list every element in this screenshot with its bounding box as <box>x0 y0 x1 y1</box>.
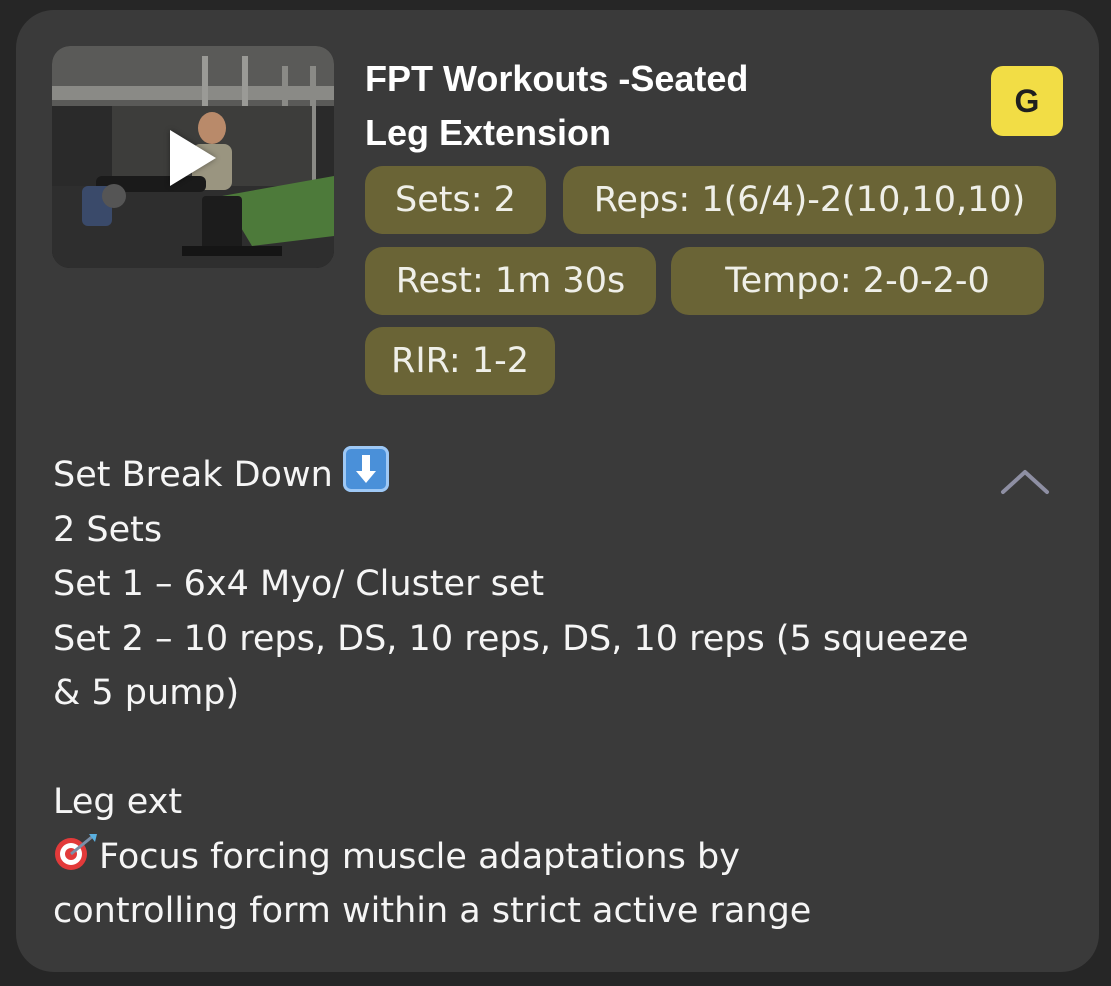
focus-line: Focus forcing muscle adaptations by <box>53 830 1043 885</box>
title-line-2: Leg Extension <box>365 112 612 153</box>
rir-chip: RIR: 1-2 <box>365 327 555 395</box>
breakdown-heading: Set Break Down <box>53 446 1043 503</box>
video-thumbnail[interactable] <box>52 46 334 268</box>
down-arrow-emoji-icon <box>342 446 389 492</box>
focus-text: Focus forcing muscle adaptations by <box>99 836 740 877</box>
rest-chip: Rest: 1m 30s <box>365 247 656 315</box>
breakdown-sets-line: 2 Sets <box>53 509 163 550</box>
tempo-chip: Tempo: 2-0-2-0 <box>671 247 1044 315</box>
breakdown-set2-line-cont: & 5 pump) <box>53 673 240 713</box>
sets-chip: Sets: 2 <box>365 166 546 234</box>
play-icon[interactable] <box>170 130 216 186</box>
set-breakdown-text: Set Break Down 2 Sets Set 1 – 6x4 Myo/ C… <box>53 446 1043 939</box>
spacer-line <box>53 721 1043 776</box>
exercise-title: FPT Workouts -Seated Leg Extension <box>365 52 925 160</box>
breakdown-heading-text: Set Break Down <box>53 455 333 495</box>
workout-card: FPT Workouts -Seated Leg Extension G Set… <box>16 10 1099 972</box>
target-emoji-icon <box>55 833 97 870</box>
breakdown-set1-line: Set 1 – 6x4 Myo/ Cluster set <box>53 564 545 604</box>
focus-line-cont: controlling form within a strict active … <box>53 891 812 931</box>
exercise-name-line: Leg ext <box>53 782 183 822</box>
breakdown-set2-line: Set 2 – 10 reps, DS, 10 reps, DS, 10 rep… <box>53 618 969 659</box>
grade-badge[interactable]: G <box>991 66 1063 136</box>
reps-chip: Reps: 1(6/4)-2(10,10,10) <box>563 166 1056 234</box>
title-line-1: FPT Workouts -Seated <box>365 58 749 99</box>
